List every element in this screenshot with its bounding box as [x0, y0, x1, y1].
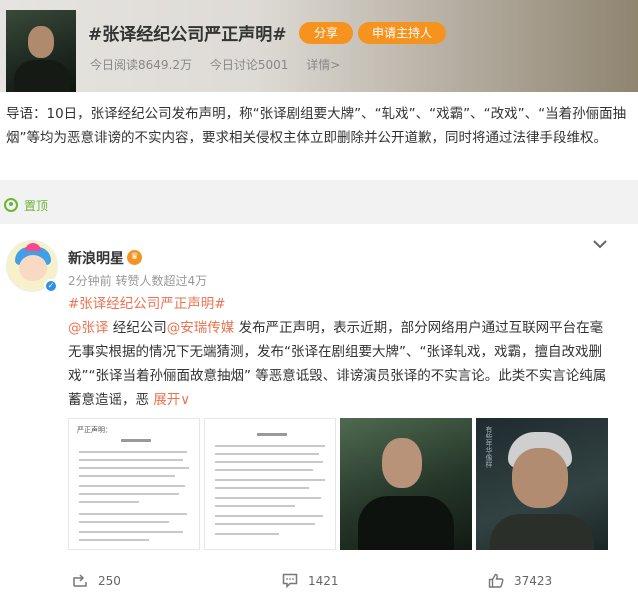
expand-link[interactable]: 展开∨: [153, 392, 190, 408]
comment-icon: [282, 573, 298, 588]
statement-image-1[interactable]: 严正声明：: [68, 418, 200, 550]
statement-doc-title: 严正声明：: [77, 426, 112, 434]
like-count: 37423: [514, 574, 553, 588]
weibo-post: ✓ 新浪明星 ♛ 2分钟前 转赞人数超过4万 #张译经纪公司严正声明# @张译 …: [0, 224, 638, 610]
pinned-row: 置顶: [0, 194, 638, 218]
statement-image-2[interactable]: [204, 418, 336, 550]
apply-host-button[interactable]: 申请主持人: [358, 22, 446, 44]
post-hashtag[interactable]: #张译经纪公司严正声明#: [68, 292, 226, 312]
actor-photo-2[interactable]: 有些年华像样: [476, 418, 608, 550]
actor-photo-1[interactable]: [340, 418, 472, 550]
mention-link[interactable]: @安瑞传媒: [167, 320, 235, 336]
like-button[interactable]: 37423: [488, 573, 552, 588]
pin-icon: [4, 198, 18, 212]
post-actions: 250 1421 37423: [0, 569, 638, 599]
comment-button[interactable]: 1421: [282, 573, 339, 588]
chevron-down-icon[interactable]: [593, 234, 607, 253]
topic-cover-image: [6, 10, 76, 92]
post-meta: 2分钟前 转赞人数超过4万: [68, 274, 208, 288]
share-button[interactable]: 分享: [299, 22, 353, 44]
post-text: 经纪公司: [108, 320, 167, 336]
repost-button[interactable]: 250: [72, 573, 121, 588]
comment-count: 1421: [308, 574, 339, 588]
today-discussions: 今日讨论5001: [209, 58, 289, 72]
photo-caption: 有些年华像样: [485, 426, 493, 468]
pinned-label: 置顶: [24, 199, 49, 213]
details-link[interactable]: 详情>: [306, 58, 340, 72]
post-body: @张译 经纪公司@安瑞传媒 发布严正声明，表示近期，部分网络用户通过互联网平台在…: [68, 316, 608, 412]
photo-grid: 严正声明： 有些年华像样: [68, 418, 610, 550]
member-badge-icon: ♛: [127, 250, 142, 265]
topic-stats: 今日阅读8649.2万 今日讨论5001 详情>: [90, 56, 354, 73]
repost-icon: [73, 574, 87, 587]
mention-link[interactable]: @张译: [68, 320, 109, 336]
topic-title: #张译经纪公司严正声明#: [88, 25, 287, 45]
topic-header: #张译经纪公司严正声明# 分享 申请主持人 今日阅读8649.2万 今日讨论50…: [0, 0, 638, 92]
today-reads: 今日阅读8649.2万: [90, 58, 192, 72]
author-name[interactable]: 新浪明星: [68, 248, 124, 268]
thumbs-up-icon: [488, 573, 504, 588]
repost-count: 250: [98, 574, 121, 588]
topic-intro: 导语：10日，张译经纪公司发布声明，称“张译剧组要大牌”、“轧戏”、“戏霸”、“…: [0, 92, 638, 180]
verified-icon: ✓: [44, 279, 58, 293]
